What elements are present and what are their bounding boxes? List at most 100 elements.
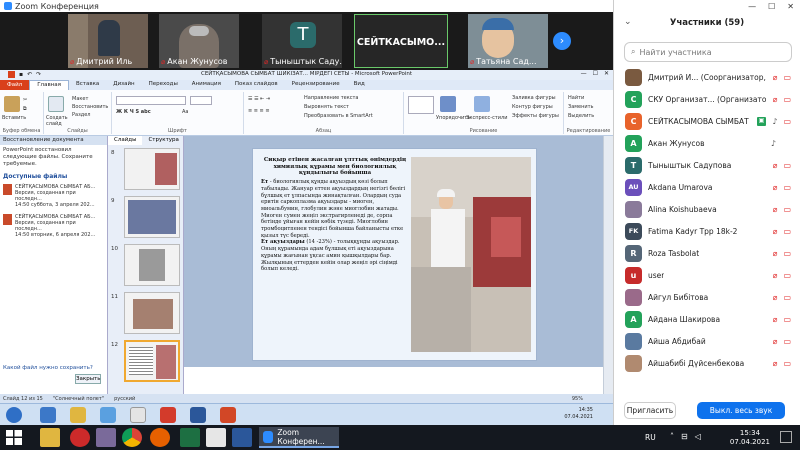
participant-row[interactable]: AU Akdana Umarova ⌀ ▭: [614, 176, 800, 198]
notifications-icon[interactable]: [780, 431, 792, 443]
which-file-link[interactable]: Какой файл нужно сохранить?: [3, 365, 93, 371]
cut-icon[interactable]: ✂: [23, 97, 27, 103]
zoom-level[interactable]: 95%: [572, 396, 613, 402]
tab-animations[interactable]: Анимация: [185, 80, 228, 90]
participant-row[interactable]: Alina Koishubaeva ⌀ ▭: [614, 198, 800, 220]
firefox-icon[interactable]: [150, 428, 170, 447]
arrange-icon[interactable]: [440, 96, 456, 112]
system-clock[interactable]: 15:34 07.04.2021: [730, 429, 770, 447]
minimize-icon[interactable]: —: [581, 70, 587, 77]
shapes-gallery[interactable]: [408, 96, 434, 114]
word-icon[interactable]: [190, 407, 206, 423]
font-name-select[interactable]: [116, 96, 186, 105]
align-text-button[interactable]: Выровнять текст: [304, 104, 349, 110]
participant-search-input[interactable]: ⌕ Найти участника: [624, 42, 792, 62]
video-tile-2[interactable]: ⌀ Акан Жунусов: [159, 14, 239, 68]
recovery-close-button[interactable]: Закрыть: [75, 374, 101, 384]
tab-file[interactable]: Файл: [0, 80, 30, 90]
new-slide-button[interactable]: Создать слайд: [46, 115, 70, 127]
language-indicator[interactable]: RU: [645, 433, 656, 442]
tab-home[interactable]: Главная: [29, 80, 69, 90]
notes-area[interactable]: [184, 367, 603, 394]
language-indicator[interactable]: русский: [114, 396, 135, 402]
reset-button[interactable]: Восстановить: [72, 104, 108, 110]
video-tile-5[interactable]: ⌀ Татьяна Сад...: [468, 14, 548, 68]
media-app-icon[interactable]: [96, 428, 116, 447]
mute-all-button[interactable]: Выкл. весь звук: [697, 402, 785, 419]
font-style-buttons[interactable]: Ж К Ч S abc: [116, 109, 151, 115]
slide-thumbnail-10[interactable]: [124, 244, 180, 286]
start-orb-icon[interactable]: [6, 407, 22, 423]
paste-icon[interactable]: [4, 96, 20, 112]
change-case-button[interactable]: Aa: [182, 109, 188, 115]
current-slide[interactable]: Сиқыр етінен жасалған ұлттық өнімдердің …: [252, 148, 537, 361]
minimize-icon[interactable]: —: [748, 2, 756, 11]
find-button[interactable]: Найти: [568, 95, 584, 101]
network-icon[interactable]: ⊟: [681, 432, 688, 441]
file-explorer-icon[interactable]: [40, 428, 60, 447]
video-tile-1[interactable]: ⌀ Дмитрий Иль: [68, 14, 148, 68]
shape-fill-button[interactable]: Заливка фигуры: [512, 95, 556, 101]
section-button[interactable]: Раздел: [72, 112, 90, 118]
layout-button[interactable]: Макет: [72, 96, 88, 102]
powerpoint-icon[interactable]: [220, 407, 236, 423]
slide-thumbnail-12-selected[interactable]: [124, 340, 180, 382]
bullets-icon[interactable]: ☰ ☰ ⇤ ⇥: [248, 96, 270, 102]
yandex-icon[interactable]: [130, 407, 146, 423]
select-button[interactable]: Выделить: [568, 113, 594, 119]
media-player-icon[interactable]: [100, 407, 116, 423]
tab-transitions[interactable]: Переходы: [142, 80, 185, 90]
participant-row[interactable]: Айша Абдибай ⌀ ▭: [614, 330, 800, 352]
new-slide-icon[interactable]: [48, 96, 64, 112]
align-icons[interactable]: ≡ ≡ ≡ ≡: [248, 108, 270, 114]
close-icon[interactable]: ✕: [787, 2, 794, 11]
chevron-up-icon[interactable]: ˄: [670, 432, 674, 441]
invite-button[interactable]: Пригласить: [624, 402, 676, 419]
tab-outline[interactable]: Структура: [142, 136, 184, 145]
participant-row[interactable]: Айгул Бибітова ⌀ ▭: [614, 286, 800, 308]
yandex-browser-icon[interactable]: [70, 428, 90, 447]
tab-slideshow[interactable]: Показ слайдов: [228, 80, 285, 90]
participant-row[interactable]: FK Fatima Kadyr Tpp 18k-2 ⌀ ▭: [614, 220, 800, 242]
video-tile-3[interactable]: T ⌀ Тыныштык Саду...: [262, 14, 342, 68]
participant-row[interactable]: Дмитрий И... (Соорганизатор, я) ⌀ ▭: [614, 66, 800, 88]
tab-review[interactable]: Рецензирование: [285, 80, 347, 90]
participant-row[interactable]: A Акан Жунусов ♪: [614, 132, 800, 154]
ie-icon[interactable]: [40, 407, 56, 423]
close-icon[interactable]: ✕: [604, 70, 609, 77]
chrome-icon[interactable]: [122, 428, 142, 447]
tab-insert[interactable]: Вставка: [69, 80, 106, 90]
participant-row[interactable]: C СКУ Организат... (Организатор) ⌀ ▭: [614, 88, 800, 110]
slide-thumbnail-11[interactable]: [124, 292, 180, 334]
next-videos-arrow-icon[interactable]: ›: [553, 32, 571, 50]
quick-styles-icon[interactable]: [474, 96, 490, 112]
replace-button[interactable]: Заменить: [568, 104, 594, 110]
maximize-icon[interactable]: ☐: [593, 70, 598, 77]
slide-photo-meat-lab[interactable]: [411, 157, 531, 352]
tab-design[interactable]: Дизайн: [106, 80, 141, 90]
participant-row[interactable]: A Айдана Шакирова ⌀ ▭: [614, 308, 800, 330]
windows-start-icon[interactable]: [6, 430, 22, 445]
shape-effects-button[interactable]: Эффекты фигуры: [512, 113, 559, 119]
copy-icon[interactable]: ⧉: [23, 106, 27, 112]
slide-thumbnail-9[interactable]: [124, 196, 180, 238]
convert-smartart-button[interactable]: Преобразовать в SmartArt: [304, 113, 373, 119]
participant-row[interactable]: Айшабибі Дүйсенбекова ⌀ ▭: [614, 352, 800, 374]
volume-icon[interactable]: ◁: [695, 432, 701, 441]
slide-thumbnail-8[interactable]: [124, 148, 180, 190]
paste-button[interactable]: Вставить: [2, 115, 26, 121]
text-direction-button[interactable]: Направление текста: [304, 95, 358, 101]
opera-icon[interactable]: [160, 407, 176, 423]
font-size-select[interactable]: [190, 96, 212, 105]
zoom-taskbar-button[interactable]: Zoom Конферен...: [259, 427, 339, 448]
vertical-scrollbar[interactable]: [603, 136, 613, 394]
participant-row[interactable]: C СЕЙТКАСЫМОВА СЫМБАТ ▣ ♪ ▭: [614, 110, 800, 132]
tab-slides[interactable]: Слайды: [108, 136, 143, 145]
quick-styles-button[interactable]: Экспресс-стили: [466, 115, 507, 121]
maximize-icon[interactable]: ☐: [768, 2, 775, 11]
slide-text-box[interactable]: Сиқыр етінен жасалған ұлттық өнімдердің …: [261, 157, 409, 273]
excel-icon[interactable]: [180, 428, 200, 447]
word-icon[interactable]: [232, 428, 252, 447]
shape-outline-button[interactable]: Контур фигуры: [512, 104, 553, 110]
recovered-file-2[interactable]: СЕЙТҚАСЫМОВА СЫМБАТ АБ... Версия, создан…: [0, 211, 107, 241]
